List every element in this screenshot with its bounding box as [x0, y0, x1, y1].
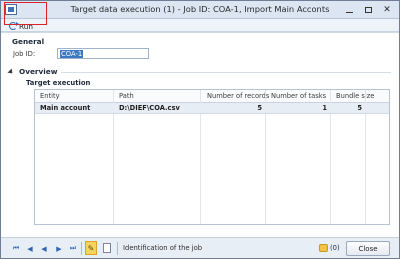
column-header-entity[interactable]: Entity — [40, 92, 60, 100]
maximize-button[interactable] — [359, 1, 377, 18]
last-record-icon: ⏭ — [69, 244, 77, 252]
edit-icon: ✎ — [87, 243, 95, 253]
cell-number-of-tasks: 1 — [322, 104, 327, 112]
first-record-icon: ⏮ — [12, 244, 20, 252]
first-record-button[interactable]: ⏮ — [11, 244, 21, 253]
last-record-button[interactable]: ⏭ — [68, 244, 78, 253]
column-header-number-of-records[interactable]: Number of records — [207, 92, 269, 100]
cell-entity: Main account — [40, 104, 91, 112]
close-window-button[interactable]: ✕ — [378, 1, 396, 18]
column-header-number-of-tasks[interactable]: Number of tasks — [271, 92, 326, 100]
next-record-icon: ▶ — [56, 244, 62, 253]
general-section-title: General — [12, 37, 45, 46]
status-separator — [117, 242, 118, 255]
status-help-text: Identification of the job — [123, 244, 203, 252]
close-button[interactable]: Close — [346, 241, 390, 256]
previous-record-button[interactable]: ◀ — [25, 244, 35, 253]
status-separator — [81, 242, 82, 255]
job-id-label: Job ID: — [13, 50, 36, 58]
grid-header: Entity Path Number of records Number of … — [35, 90, 389, 103]
cell-number-of-records: 5 — [257, 104, 262, 112]
overview-divider — [61, 72, 391, 73]
next-record-button[interactable]: ▶ — [54, 244, 64, 253]
run-button-highlight — [4, 2, 47, 25]
attachment-icon[interactable] — [103, 243, 111, 253]
cell-bundle-size: 5 — [357, 104, 362, 112]
column-header-path[interactable]: Path — [119, 92, 134, 100]
previous-page-button[interactable]: ◀ — [39, 244, 49, 253]
notification-count: (0) — [330, 244, 340, 252]
table-row[interactable]: Main account D:\DIEF\COA.csv 5 1 5 — [35, 103, 389, 114]
dialog-window: Target data execution (1) - Job ID: COA-… — [0, 0, 400, 259]
column-header-bundle-size[interactable]: Bundle size — [336, 92, 374, 100]
minimize-button[interactable] — [340, 1, 358, 18]
target-execution-title: Target execution — [26, 79, 91, 87]
target-execution-grid[interactable]: Entity Path Number of records Number of … — [34, 89, 390, 225]
overview-section-title[interactable]: Overview — [19, 67, 57, 76]
action-pane-divider — [1, 32, 399, 33]
overview-collapse-arrow-icon[interactable] — [7, 68, 15, 76]
minimize-icon — [345, 11, 353, 13]
previous-page-icon: ◀ — [41, 244, 47, 253]
notification-icon[interactable] — [319, 244, 328, 252]
cell-path: D:\DIEF\COA.csv — [119, 104, 180, 112]
job-id-field[interactable]: COA-1 — [57, 48, 149, 59]
job-id-value: COA-1 — [60, 49, 84, 58]
action-pane: Run — [1, 19, 399, 32]
status-bar: ⏮ ◀ ◀ ▶ ⏭ ✎ Identification of the job (0… — [1, 237, 399, 258]
maximize-icon — [364, 6, 372, 13]
title-bar[interactable]: Target data execution (1) - Job ID: COA-… — [1, 1, 399, 19]
close-icon: ✕ — [383, 4, 391, 15]
previous-record-icon: ◀ — [27, 244, 33, 253]
edit-mode-button[interactable]: ✎ — [85, 241, 97, 255]
